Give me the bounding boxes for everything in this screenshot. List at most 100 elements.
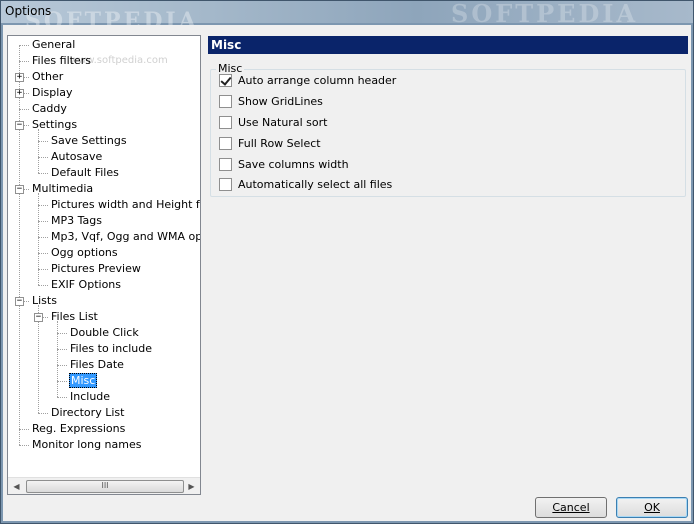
cancel-button[interactable]: Cancel: [535, 497, 607, 518]
tree-connector: [38, 253, 48, 254]
watermark-logo-right: SOFTPEDIA: [451, 0, 639, 28]
tree-connector: [19, 45, 29, 46]
checkbox-icon[interactable]: [219, 95, 232, 108]
expand-icon[interactable]: +: [15, 73, 24, 82]
tree-connector: [19, 61, 29, 62]
tree-item[interactable]: MP3 Tags: [50, 213, 103, 229]
tree-connector: [19, 109, 29, 110]
option-save-columns-width[interactable]: Save columns width: [219, 158, 349, 174]
option-label: Auto arrange column header: [238, 74, 397, 87]
tree-item[interactable]: Display: [31, 85, 74, 101]
tree-item-label: Caddy: [32, 102, 67, 115]
tree-item[interactable]: Misc: [69, 373, 98, 389]
tree-item[interactable]: Autosave: [50, 149, 103, 165]
tree-connector: [38, 173, 48, 174]
tree-item-label: Misc: [69, 373, 98, 388]
tree-item-label: Ogg options: [51, 246, 118, 259]
scroll-thumb[interactable]: III: [26, 480, 184, 493]
tree-item[interactable]: Save Settings: [50, 133, 128, 149]
tree-item[interactable]: Multimedia: [31, 181, 94, 197]
tree-connector: [57, 333, 67, 334]
tree-item[interactable]: Files filters: [31, 53, 92, 69]
option-auto-select-all-files[interactable]: Automatically select all files: [219, 178, 392, 194]
checkbox-icon[interactable]: [219, 158, 232, 171]
option-full-row-select[interactable]: Full Row Select: [219, 137, 321, 153]
tree-item-label: Multimedia: [32, 182, 94, 195]
tree-item[interactable]: Monitor long names: [31, 437, 142, 453]
tree-item[interactable]: General: [31, 37, 76, 53]
tree-connector: [57, 397, 67, 398]
tree-item-label: Files filters: [32, 54, 91, 67]
tree-item[interactable]: Lists: [31, 293, 58, 309]
tree-item-label: Mp3, Vqf, Ogg and WMA options: [51, 230, 200, 243]
tree-item[interactable]: Caddy: [31, 101, 68, 117]
tree-connector: [57, 349, 67, 350]
tree-item[interactable]: Settings: [31, 117, 78, 133]
title-bar[interactable]: SOFTPEDIA SOFTPEDIA Options: [1, 0, 693, 34]
tree-connector: [57, 381, 67, 382]
tree-item[interactable]: Files List: [50, 309, 99, 325]
checkbox-icon[interactable]: [219, 74, 232, 87]
horizontal-scrollbar[interactable]: ◀ III ▶: [8, 477, 200, 494]
tree-item[interactable]: Directory List: [50, 405, 125, 421]
tree-item[interactable]: Default Files: [50, 165, 120, 181]
tree-connector: [38, 205, 48, 206]
tree-item-label: Save Settings: [51, 134, 127, 147]
tree-connector: [38, 193, 39, 285]
collapse-icon[interactable]: −: [15, 297, 24, 306]
checkbox-icon[interactable]: [219, 116, 232, 129]
tree-item[interactable]: Reg. Expressions: [31, 421, 126, 437]
ok-button[interactable]: OK: [616, 497, 688, 518]
tree-item[interactable]: Pictures width and Height format: [50, 197, 200, 213]
option-label: Full Row Select: [238, 137, 321, 150]
tree-connector: [57, 365, 67, 366]
scroll-left-icon[interactable]: ◀: [8, 478, 25, 494]
tree-item-label: EXIF Options: [51, 278, 121, 291]
scroll-right-icon[interactable]: ▶: [183, 478, 200, 494]
window-title: Options: [5, 4, 52, 18]
tree-connector: [38, 285, 48, 286]
tree-connector: [38, 269, 48, 270]
scroll-grip: III: [101, 481, 109, 490]
tree-connector: [38, 413, 48, 414]
option-label: Automatically select all files: [238, 178, 393, 191]
tree-item[interactable]: Ogg options: [50, 245, 119, 261]
tree-item-label: Display: [32, 86, 73, 99]
collapse-icon[interactable]: −: [15, 121, 24, 130]
panel-header: Misc: [208, 36, 688, 54]
option-auto-arrange-column-header[interactable]: Auto arrange column header: [219, 74, 396, 90]
expand-icon[interactable]: +: [15, 89, 24, 98]
tree-item-label: Include: [70, 390, 111, 403]
tree-item-label: Files Date: [70, 358, 124, 371]
tree-item-label: Lists: [32, 294, 57, 307]
tree-connector: [38, 237, 48, 238]
tree-item-label: Pictures Preview: [51, 262, 141, 275]
option-show-gridlines[interactable]: Show GridLines: [219, 95, 323, 111]
tree-item-label: Other: [32, 70, 64, 83]
option-label: Save columns width: [238, 158, 349, 171]
tree-connector: [19, 445, 29, 446]
checkbox-icon[interactable]: [219, 137, 232, 150]
tree-item[interactable]: Double Click: [69, 325, 140, 341]
tree-connector: [38, 157, 48, 158]
options-window: SOFTPEDIA SOFTPEDIA Options www.softpedi…: [0, 0, 694, 524]
tree-item[interactable]: Include: [69, 389, 111, 405]
tree-item[interactable]: Files to include: [69, 341, 153, 357]
options-tree[interactable]: www.softpedia.com General Files filters + O…: [7, 35, 201, 495]
option-use-natural-sort[interactable]: Use Natural sort: [219, 116, 327, 132]
tree-item-label: General: [32, 38, 76, 51]
tree-item-label: Directory List: [51, 406, 125, 419]
collapse-icon[interactable]: −: [34, 313, 43, 322]
tree-connector: [38, 129, 39, 173]
tree-content: General Files filters + Other + Display Caddy −…: [8, 36, 200, 476]
tree-item-label: Autosave: [51, 150, 103, 163]
checkbox-icon[interactable]: [219, 178, 232, 191]
tree-item[interactable]: Other: [31, 69, 64, 85]
tree-item[interactable]: Mp3, Vqf, Ogg and WMA options: [50, 229, 200, 245]
tree-item-label: Double Click: [70, 326, 139, 339]
tree-item[interactable]: EXIF Options: [50, 277, 122, 293]
dialog-client-area: www.softpedia.com General Files filters + O…: [3, 25, 691, 521]
tree-item[interactable]: Files Date: [69, 357, 125, 373]
tree-item[interactable]: Pictures Preview: [50, 261, 142, 277]
collapse-icon[interactable]: −: [15, 185, 24, 194]
